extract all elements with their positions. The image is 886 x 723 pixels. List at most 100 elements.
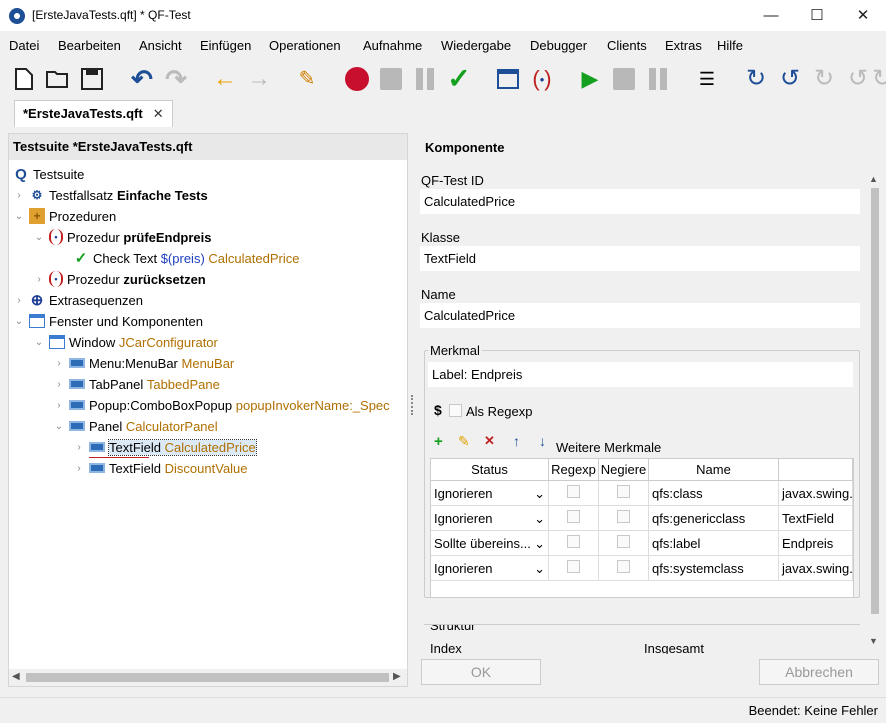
scroll-thumb[interactable] bbox=[26, 673, 389, 682]
menu-clients[interactable]: Clients bbox=[607, 38, 647, 53]
menu-wiedergabe[interactable]: Wiedergabe bbox=[441, 38, 511, 53]
edit-row-icon[interactable]: ✎ bbox=[458, 433, 470, 450]
tree-node-textfield-discountvalue[interactable]: › TextField DiscountValue bbox=[73, 458, 247, 478]
play-icon[interactable]: ▶ bbox=[575, 64, 605, 94]
pause-icon[interactable] bbox=[643, 64, 673, 94]
undo-icon[interactable]: ↶ bbox=[127, 64, 157, 94]
tab-erste-java-tests[interactable]: *ErsteJavaTests.qft ✕ bbox=[14, 100, 173, 127]
tree-node-menubar[interactable]: › Menu:MenuBar MenuBar bbox=[53, 353, 234, 373]
detail-vertical-scrollbar[interactable]: ▲ ▼ bbox=[866, 174, 883, 652]
regexp-checkbox[interactable] bbox=[567, 485, 580, 498]
chevron-right-icon[interactable]: › bbox=[73, 442, 85, 453]
tree-node-prozedur-pruefeendpreis[interactable]: ⌄ • Prozedur prüfeEndpreis bbox=[33, 227, 212, 247]
tree-node-popup[interactable]: › Popup:ComboBoxPopup popupInvokerName:_S… bbox=[53, 395, 407, 415]
procedure-icon[interactable]: (•) bbox=[527, 64, 557, 94]
list-check-icon[interactable]: ☰ bbox=[692, 64, 722, 94]
step-out-icon[interactable]: ↻ bbox=[809, 64, 839, 94]
menu-extras[interactable]: Extras bbox=[665, 38, 702, 53]
panel-splitter[interactable] bbox=[411, 395, 416, 415]
check-icon[interactable]: ✓ bbox=[444, 64, 474, 94]
chevron-right-icon[interactable]: › bbox=[53, 400, 65, 411]
close-button[interactable]: ✕ bbox=[840, 0, 886, 31]
redo-icon[interactable]: ↷ bbox=[161, 64, 191, 94]
col-header-value[interactable] bbox=[779, 459, 853, 481]
ok-button[interactable]: OK bbox=[421, 659, 541, 685]
chevron-right-icon[interactable]: › bbox=[13, 190, 25, 201]
menu-debugger[interactable]: Debugger bbox=[530, 38, 587, 53]
continue-icon[interactable]: ↻ bbox=[872, 64, 886, 94]
col-header-status[interactable]: Status bbox=[431, 459, 549, 481]
rerun-icon[interactable]: ↺ bbox=[843, 64, 873, 94]
name-cell[interactable]: qfs:label bbox=[649, 531, 779, 556]
menu-ansicht[interactable]: Ansicht bbox=[139, 38, 182, 53]
chevron-right-icon[interactable]: › bbox=[53, 358, 65, 369]
name-cell[interactable]: qfs:genericclass bbox=[649, 506, 779, 531]
open-folder-icon[interactable] bbox=[43, 64, 73, 94]
tree-node-window[interactable]: ⌄ Window JCarConfigurator bbox=[33, 332, 218, 352]
tree-node-prozeduren[interactable]: ⌄ + Prozeduren bbox=[13, 206, 116, 226]
menu-einfuegen[interactable]: Einfügen bbox=[200, 38, 251, 53]
regexp-checkbox[interactable] bbox=[567, 510, 580, 523]
name-cell[interactable]: qfs:class bbox=[649, 481, 779, 506]
menu-operationen[interactable]: Operationen bbox=[269, 38, 341, 53]
tree-node-prozedur-zuruecksetzen[interactable]: › • Prozedur zurücksetzen bbox=[33, 269, 206, 289]
forward-arrow-icon[interactable]: → bbox=[244, 64, 274, 94]
scroll-thumb[interactable] bbox=[871, 188, 879, 614]
delete-row-icon[interactable]: ✕ bbox=[484, 433, 495, 449]
negiere-checkbox[interactable] bbox=[617, 485, 630, 498]
menu-hilfe[interactable]: Hilfe bbox=[717, 38, 743, 53]
col-header-name[interactable]: Name bbox=[649, 459, 779, 481]
tree-node-testfallsatz[interactable]: › ⚙ Testfallsatz Einfache Tests bbox=[13, 185, 207, 205]
cancel-button[interactable]: Abbrechen bbox=[759, 659, 879, 685]
back-arrow-icon[interactable]: ← bbox=[210, 64, 240, 94]
minimize-button[interactable]: — bbox=[748, 0, 794, 31]
tree-node-tabpanel[interactable]: › TabPanel TabbedPane bbox=[53, 374, 220, 394]
chevron-down-icon[interactable]: ⌄ bbox=[13, 211, 25, 222]
menu-bearbeiten[interactable]: Bearbeiten bbox=[58, 38, 121, 53]
step-in-icon[interactable]: ↻ bbox=[741, 64, 771, 94]
value-cell[interactable]: javax.swing. bbox=[779, 481, 853, 506]
value-cell[interactable]: TextField bbox=[779, 506, 853, 531]
step-over-icon[interactable]: ↺ bbox=[775, 64, 805, 94]
maximize-button[interactable]: ☐ bbox=[794, 0, 840, 31]
tree-node-panel[interactable]: ⌄ Panel CalculatorPanel bbox=[53, 416, 218, 436]
menu-aufnahme[interactable]: Aufnahme bbox=[363, 38, 422, 53]
value-cell[interactable]: Endpreis bbox=[779, 531, 853, 556]
wand-icon[interactable]: ✎ bbox=[292, 64, 322, 94]
status-select[interactable]: Sollte übereins... ⌄ bbox=[431, 531, 549, 556]
chevron-right-icon[interactable]: › bbox=[53, 379, 65, 390]
negiere-checkbox[interactable] bbox=[617, 510, 630, 523]
scroll-left-icon[interactable]: ◀ bbox=[12, 671, 20, 682]
window-icon[interactable] bbox=[493, 64, 523, 94]
col-header-negiere[interactable]: Negiere bbox=[599, 459, 649, 481]
record-icon[interactable] bbox=[342, 64, 372, 94]
merkmal-field[interactable]: Label: Endpreis bbox=[428, 362, 853, 387]
value-cell[interactable]: javax.swing. bbox=[779, 556, 853, 581]
tab-close-icon[interactable]: ✕ bbox=[153, 106, 164, 121]
id-field[interactable]: CalculatedPrice bbox=[420, 189, 860, 214]
tree-node-extrasequenzen[interactable]: › ⊕ Extrasequenzen bbox=[13, 290, 143, 310]
scroll-down-icon[interactable]: ▼ bbox=[869, 636, 878, 646]
chevron-right-icon[interactable]: › bbox=[73, 463, 85, 474]
add-row-icon[interactable]: + bbox=[434, 433, 443, 450]
regexp-checkbox[interactable] bbox=[567, 535, 580, 548]
stop-icon[interactable] bbox=[376, 64, 406, 94]
negiere-checkbox[interactable] bbox=[617, 535, 630, 548]
menu-datei[interactable]: Datei bbox=[9, 38, 39, 53]
col-header-regexp[interactable]: Regexp bbox=[549, 459, 599, 481]
chevron-down-icon[interactable]: ⌄ bbox=[53, 421, 65, 432]
tree-node-textfield-calculatedprice[interactable]: › TextField CalculatedPrice bbox=[73, 437, 257, 457]
move-down-icon[interactable]: ↓ bbox=[539, 433, 546, 449]
scroll-right-icon[interactable]: ▶ bbox=[393, 671, 401, 682]
status-select[interactable]: Ignorieren ⌄ bbox=[431, 481, 549, 506]
negiere-checkbox[interactable] bbox=[617, 560, 630, 573]
chevron-right-icon[interactable]: › bbox=[13, 295, 25, 306]
name-cell[interactable]: qfs:systemclass bbox=[649, 556, 779, 581]
status-select[interactable]: Ignorieren ⌄ bbox=[431, 556, 549, 581]
name-field[interactable]: CalculatedPrice bbox=[420, 303, 860, 328]
class-field[interactable]: TextField bbox=[420, 246, 860, 271]
move-up-icon[interactable]: ↑ bbox=[513, 433, 520, 449]
chevron-down-icon[interactable]: ⌄ bbox=[33, 232, 45, 243]
stop-icon[interactable] bbox=[609, 64, 639, 94]
tree-horizontal-scrollbar[interactable]: ◀ ▶ bbox=[9, 669, 407, 686]
